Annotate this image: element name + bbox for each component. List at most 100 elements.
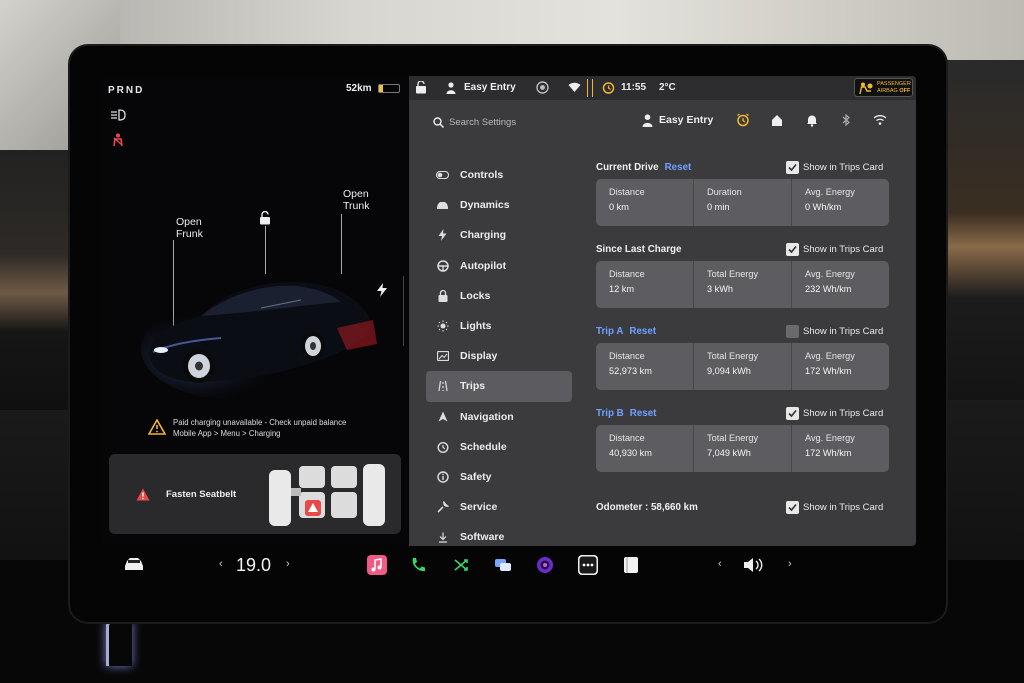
menu-label: Controls: [460, 169, 504, 182]
car-model-image: [141, 281, 377, 399]
trip-stats-card: Distance 0 km Duration 0 min Avg. Energy 0 …: [596, 179, 889, 226]
notification-bell-icon[interactable]: [805, 113, 819, 127]
show-in-trips-card-checkbox[interactable]: [786, 407, 799, 420]
menu-item-navigation[interactable]: Navigation: [426, 402, 572, 432]
menu-item-software[interactable]: Software: [426, 522, 572, 546]
airbag-line-1: PASSENGER: [877, 81, 911, 87]
reset-current-drive-button[interactable]: Reset: [665, 162, 692, 173]
notes-app-icon[interactable]: [621, 555, 641, 575]
car-icon: [436, 199, 449, 212]
dashcam-icon[interactable]: [536, 81, 549, 94]
current-drive-title: Current Drive: [596, 162, 659, 173]
show-in-trips-card-checkbox[interactable]: [786, 501, 799, 514]
stat-label: Avg. Energy: [805, 187, 855, 197]
menu-label: Trips: [460, 380, 486, 393]
menu-label: Display: [460, 350, 498, 363]
stat-label: Avg. Energy: [805, 269, 855, 279]
trip-stats-card: Distance 12 km Total Energy 3 kWh Avg. Ene…: [596, 261, 889, 308]
volume-icon[interactable]: [743, 557, 765, 573]
lock-icon: [436, 289, 449, 302]
section-header: Current Drive Reset Show in Trips Card: [596, 160, 893, 176]
airbag-state: OFF: [899, 88, 911, 94]
headlight-icon: [111, 109, 126, 121]
profile-icon[interactable]: [642, 114, 653, 127]
settings-header: Easy Entry: [409, 100, 916, 144]
checkbox-label: Show in Trips Card: [803, 326, 884, 337]
menu-item-display[interactable]: Display: [426, 341, 572, 371]
open-trunk-button[interactable]: Open Trunk: [343, 188, 369, 212]
menu-item-safety[interactable]: Safety: [426, 462, 572, 492]
frunk-label-line2: Frunk: [176, 228, 203, 240]
stat-label: Distance: [609, 187, 645, 197]
phone-icon[interactable]: [408, 555, 428, 575]
stat-cell: Total Energy 3 kWh: [694, 261, 792, 308]
trip-stats-card: Distance 40,930 km Total Energy 7,049 kWh …: [596, 425, 889, 472]
trunk-label-line1: Open: [343, 188, 369, 200]
cabin-temperature[interactable]: 19.0: [236, 555, 271, 576]
home-icon[interactable]: [770, 113, 784, 127]
stat-value: 52,973 km: [609, 366, 652, 376]
search-settings-input[interactable]: [449, 113, 599, 131]
menu-item-service[interactable]: Service: [426, 492, 572, 522]
menu-item-autopilot[interactable]: Autopilot: [426, 251, 572, 281]
menu-item-charging[interactable]: Charging: [426, 220, 572, 250]
status-bar: Easy Entry 11:55 2°C PASSENGER AIRBAG OF…: [409, 76, 916, 100]
menu-item-dynamics[interactable]: Dynamics: [426, 190, 572, 220]
stat-label: Distance: [609, 351, 645, 361]
reset-trip-a-button[interactable]: Reset: [629, 326, 656, 337]
bluetooth-icon[interactable]: [839, 113, 853, 127]
stat-label: Duration: [707, 187, 742, 197]
outside-temperature: 2°C: [659, 82, 676, 93]
status-profile-name[interactable]: Easy Entry: [464, 82, 516, 93]
gear-selector[interactable]: PRND: [108, 85, 144, 96]
temp-decrease-button[interactable]: ‹: [219, 558, 223, 570]
section-title: Current Drive Reset: [596, 162, 691, 173]
section-title: Trip B Reset: [596, 408, 656, 419]
menu-item-trips[interactable]: Trips: [426, 371, 572, 402]
wrench-icon: [436, 501, 449, 514]
car-controls-icon[interactable]: [123, 557, 145, 571]
trips-icon: [436, 380, 449, 393]
show-in-trips-card-checkbox[interactable]: [786, 325, 799, 338]
show-in-trips-card-checkbox[interactable]: [786, 243, 799, 256]
menu-item-lights[interactable]: Lights: [426, 311, 572, 341]
airbag-line-2: AIRBAG: [877, 88, 898, 94]
menu-item-schedule[interactable]: Schedule: [426, 432, 572, 462]
display-icon: [436, 350, 449, 363]
alarm-icon[interactable]: [736, 113, 750, 127]
menu-label: Safety: [460, 470, 492, 483]
wifi-icon[interactable]: [873, 113, 887, 127]
shuffle-app-icon[interactable]: [451, 555, 471, 575]
profile-name[interactable]: Easy Entry: [659, 114, 713, 126]
airbag-icon: [859, 82, 873, 94]
navigation-icon: [436, 410, 449, 423]
volume-increase-button[interactable]: ›: [788, 558, 792, 570]
stat-cell: Avg. Energy 0 Wh/km: [792, 179, 889, 226]
menu-label: Schedule: [460, 440, 507, 453]
charging-warning-message: Paid charging unavailable - Check unpaid…: [173, 417, 346, 439]
lte-indicator: [587, 79, 593, 97]
music-app-icon[interactable]: [367, 555, 387, 575]
stat-label: Total Energy: [707, 351, 759, 361]
driver-profile-icon[interactable]: [446, 82, 456, 94]
odometer-readout: Odometer : 58,660 km: [596, 502, 698, 513]
info-icon: [436, 470, 449, 483]
reset-trip-b-button[interactable]: Reset: [630, 408, 657, 419]
show-in-trips-card-checkbox[interactable]: [786, 161, 799, 174]
open-frunk-button[interactable]: Open Frunk: [176, 216, 203, 240]
volume-decrease-button[interactable]: ‹: [718, 558, 722, 570]
more-apps-icon[interactable]: [578, 555, 598, 575]
temp-increase-button[interactable]: ›: [286, 558, 290, 570]
camera-app-icon[interactable]: [535, 555, 555, 575]
menu-label: Locks: [460, 289, 491, 302]
unlock-icon[interactable]: [258, 211, 272, 225]
stat-cell: Total Energy 9,094 kWh: [694, 343, 792, 390]
stat-value: 172 Wh/km: [805, 366, 852, 376]
stat-label: Total Energy: [707, 269, 759, 279]
menu-item-locks[interactable]: Locks: [426, 281, 572, 311]
divider: [403, 276, 404, 346]
lock-status-icon[interactable]: [415, 81, 427, 94]
clock: 11:55: [621, 82, 647, 93]
menu-item-controls[interactable]: Controls: [426, 160, 572, 190]
messages-icon[interactable]: [493, 555, 513, 575]
